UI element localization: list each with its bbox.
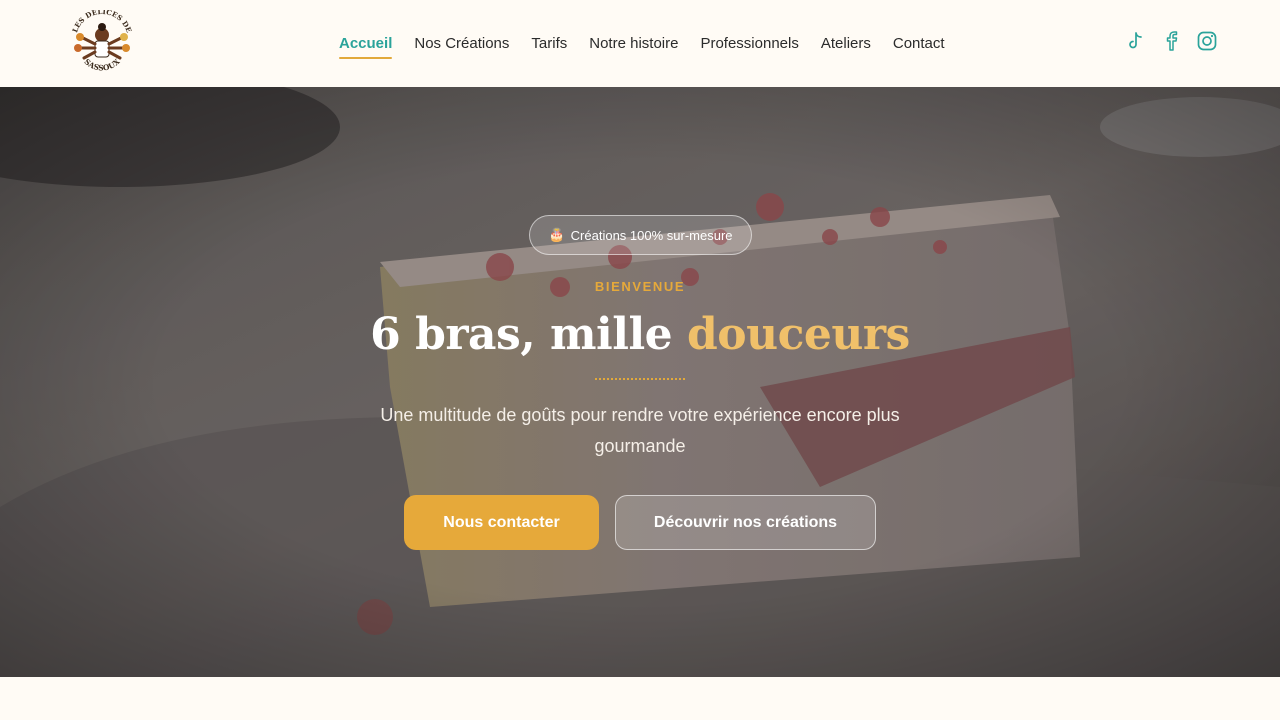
svg-text:SASSOUX: SASSOUX [82, 57, 121, 73]
nav-item-notre-histoire[interactable]: Notre histoire [589, 35, 678, 52]
cake-icon: 🎂 [548, 227, 565, 242]
hero-section: 🎂 Créations 100% sur-mesure BIENVENUE 6 … [0, 87, 1280, 677]
custom-creations-badge: 🎂 Créations 100% sur-mesure [529, 215, 752, 255]
nav-item-contact[interactable]: Contact [893, 35, 945, 52]
hero-title: 6 bras, mille douceurs [0, 309, 1280, 360]
nav-item-professionnels[interactable]: Professionnels [700, 35, 798, 52]
instagram-icon[interactable] [1196, 30, 1218, 52]
nav-item-ateliers[interactable]: Ateliers [821, 35, 871, 52]
badge-text: Créations 100% sur-mesure [570, 227, 733, 243]
hero-eyebrow: BIENVENUE [594, 279, 686, 294]
site-header: LES DÉLICES DE SASSOUX Accueil Nos Créat… [0, 0, 1280, 87]
nav-item-tarifs[interactable]: Tarifs [531, 35, 567, 52]
hero-subtitle: Une multitude de goûts pour rendre votre… [380, 405, 900, 456]
next-section [0, 677, 1280, 720]
social-links [1124, 30, 1218, 52]
hero-content: 🎂 Créations 100% sur-mesure BIENVENUE 6 … [0, 87, 1280, 677]
brand-logo[interactable]: LES DÉLICES DE SASSOUX [66, 7, 138, 76]
hero-title-main: 6 bras, mille [370, 309, 673, 360]
contact-button[interactable]: Nous contacter [404, 495, 599, 550]
nav-item-nos-creations[interactable]: Nos Créations [414, 35, 509, 52]
tiktok-icon[interactable] [1124, 30, 1146, 52]
nav-item-accueil[interactable]: Accueil [339, 35, 393, 59]
logo-text-bottom: SASSOUX [82, 57, 121, 73]
hero-title-accent: douceurs [686, 309, 910, 360]
main-nav: Accueil Nos Créations Tarifs Notre histo… [339, 0, 967, 87]
facebook-icon[interactable] [1160, 30, 1182, 52]
title-divider [595, 378, 685, 380]
logo-illustration: LES DÉLICES DE SASSOUX [70, 7, 133, 73]
discover-creations-button[interactable]: Découvrir nos créations [615, 495, 876, 550]
